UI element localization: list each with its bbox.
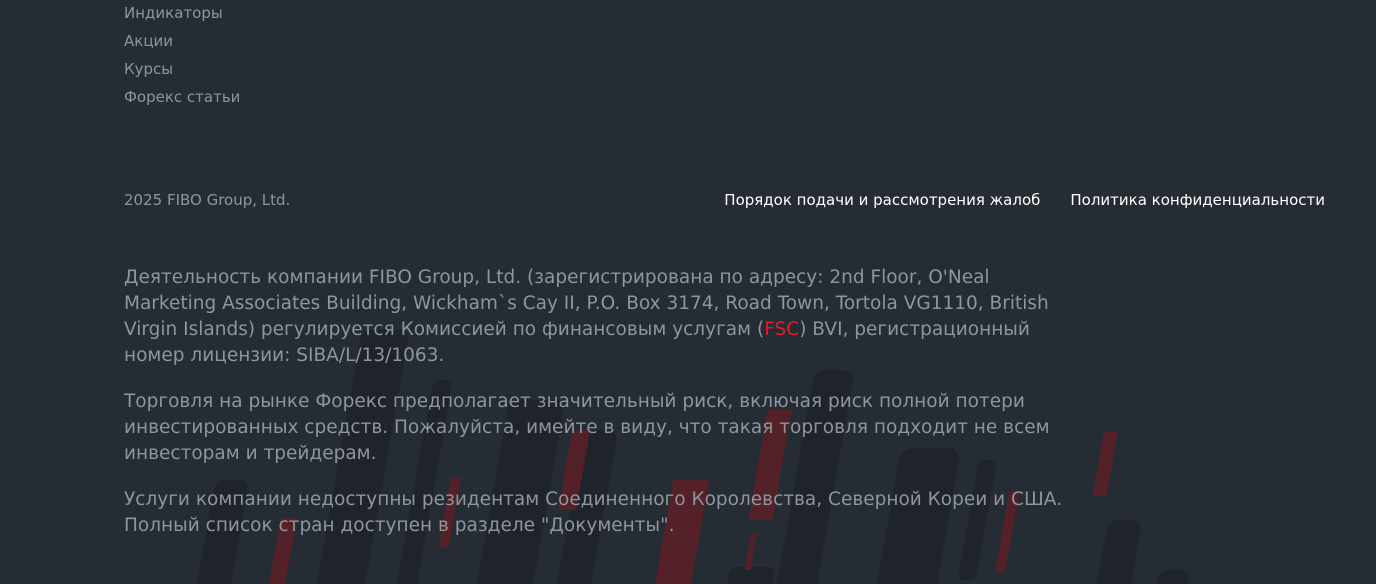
nav-item-indicators: Индикаторы <box>124 0 240 28</box>
complaints-procedure-link[interactable]: Порядок подачи и рассмотрения жалоб <box>724 190 1040 210</box>
footer-nav-links: Индикаторы Акции Курсы Форекс статьи <box>124 0 240 112</box>
nav-link-forex-articles[interactable]: Форекс статьи <box>124 88 240 106</box>
nav-link-indicators[interactable]: Индикаторы <box>124 4 223 22</box>
nav-item-courses: Курсы <box>124 56 240 84</box>
nav-link-stocks[interactable]: Акции <box>124 32 173 50</box>
legal-links: Порядок подачи и рассмотрения жалоб Поли… <box>724 190 1325 210</box>
nav-link-courses[interactable]: Курсы <box>124 60 173 78</box>
nav-item-forex-articles: Форекс статьи <box>124 84 240 112</box>
disclaimer-risk-paragraph: Торговля на рынке Форекс предполагает зн… <box>124 391 1050 464</box>
site-footer: Индикаторы Акции Курсы Форекс статьи 202… <box>0 0 1376 584</box>
legal-disclaimer: Деятельность компании FIBO Group, Ltd. (… <box>124 265 1084 559</box>
disclaimer-restrictions-paragraph: Услуги компании недоступны резидентам Со… <box>124 489 1063 536</box>
copyright-text: 2025 FIBO Group, Ltd. <box>124 191 291 209</box>
nav-item-stocks: Акции <box>124 28 240 56</box>
privacy-policy-link[interactable]: Политика конфиденциальности <box>1070 190 1325 210</box>
fsc-link[interactable]: FSC <box>764 319 799 340</box>
disclaimer-regulation-paragraph: Деятельность компании FIBO Group, Ltd. (… <box>124 265 1084 369</box>
